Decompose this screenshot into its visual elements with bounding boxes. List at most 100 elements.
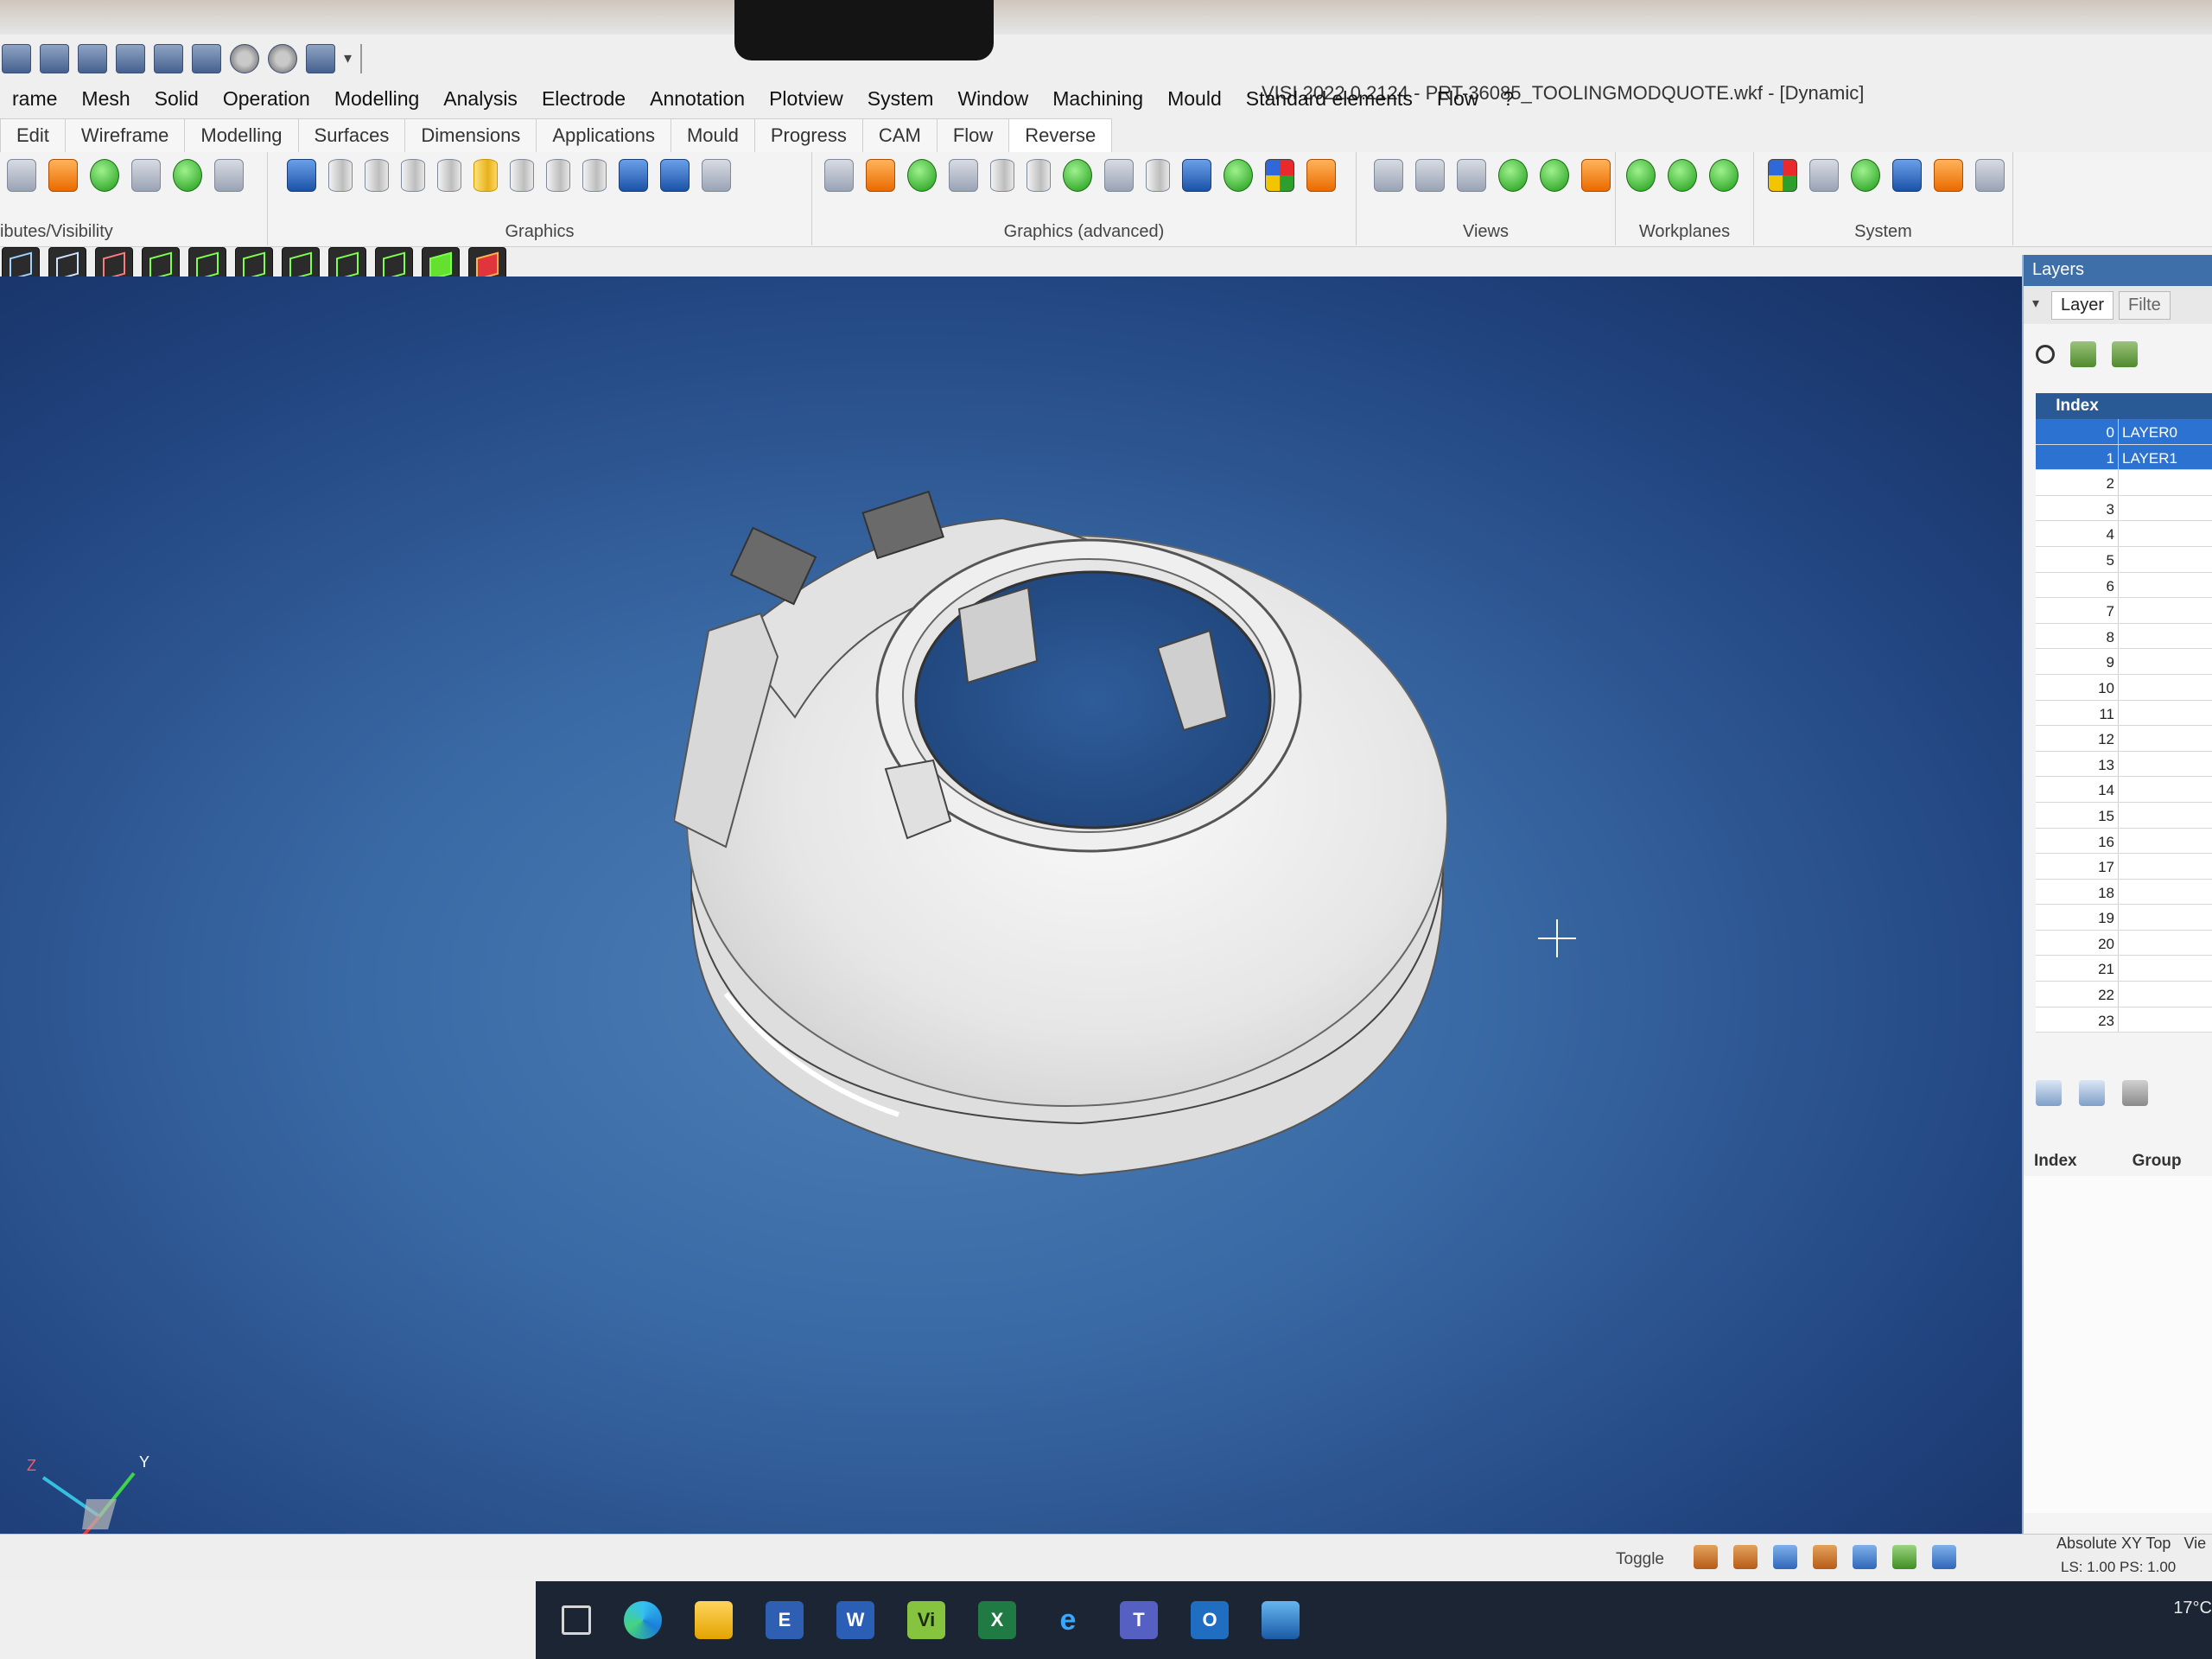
document-icon[interactable] — [1809, 159, 1839, 192]
box-status-icon[interactable] — [1853, 1545, 1877, 1569]
workplane-icon[interactable] — [1626, 159, 1656, 192]
material-icon[interactable] — [1027, 159, 1051, 192]
hidden-cylinder-icon[interactable] — [365, 159, 389, 192]
light-icon[interactable] — [1063, 159, 1092, 192]
menu-item-analysis[interactable]: Analysis — [431, 87, 530, 111]
attribute-status-icon[interactable] — [1813, 1545, 1837, 1569]
tab-reverse[interactable]: Reverse — [1008, 118, 1113, 152]
color-snap-icon[interactable] — [1733, 1545, 1758, 1569]
layer-row[interactable]: 6 — [2036, 572, 2212, 599]
copy-view-icon[interactable] — [660, 159, 690, 192]
zoom-icon[interactable] — [1374, 159, 1403, 192]
shaded-cylinder-icon[interactable] — [401, 159, 425, 192]
save-icon[interactable] — [40, 43, 69, 73]
layer-row[interactable]: 22 — [2036, 982, 2212, 1007]
layer-row[interactable]: 11 — [2036, 700, 2212, 727]
3d-viewport[interactable]: Y Z X — [0, 276, 2031, 1573]
menu-item-mesh[interactable]: Mesh — [69, 87, 142, 111]
layer-row[interactable]: 13 — [2036, 751, 2212, 778]
refresh-icon[interactable] — [1892, 1545, 1916, 1569]
pan-icon[interactable] — [1498, 159, 1528, 192]
magnet-icon[interactable] — [48, 159, 78, 192]
repeat-icon[interactable] — [306, 43, 335, 73]
menu-item-mould[interactable]: Mould — [1155, 87, 1234, 111]
layer-row[interactable]: 15 — [2036, 802, 2212, 829]
preview-icon[interactable] — [192, 43, 221, 73]
outline-cylinder-icon[interactable] — [582, 159, 607, 192]
menu-item-machining[interactable]: Machining — [1040, 87, 1155, 111]
column-header-group-index[interactable]: Index — [2024, 1145, 2088, 1176]
workplane-axes-icon[interactable] — [1709, 159, 1738, 192]
tab-edit[interactable]: Edit — [0, 118, 66, 152]
teams-icon[interactable]: T — [1120, 1601, 1158, 1639]
tab-flow[interactable]: Flow — [936, 118, 1010, 152]
menu-item-flow[interactable]: Flow — [1425, 87, 1491, 111]
layer-row[interactable]: 10 — [2036, 674, 2212, 701]
customize-dropdown-icon[interactable]: ▾ — [344, 49, 352, 67]
layer-row[interactable]: 14 — [2036, 777, 2212, 803]
layer-row[interactable]: 12 — [2036, 726, 2212, 752]
menu-item-help[interactable]: ? — [1491, 87, 1526, 111]
show-icon[interactable] — [173, 159, 202, 192]
menu-item-plotview[interactable]: Plotview — [757, 87, 855, 111]
view-save-icon[interactable] — [1581, 159, 1611, 192]
menu-item-modelling[interactable]: Modelling — [322, 87, 431, 111]
print-setup-icon[interactable] — [116, 43, 145, 73]
eraser-icon[interactable] — [1975, 159, 2005, 192]
excel-icon[interactable]: X — [978, 1601, 1016, 1639]
tab-progress[interactable]: Progress — [753, 118, 863, 152]
layer-show-icon[interactable] — [2070, 341, 2096, 367]
environment-icon[interactable] — [1306, 159, 1336, 192]
draft-analysis-icon[interactable] — [949, 159, 978, 192]
new-group-icon[interactable] — [2036, 1080, 2062, 1106]
shaded-edges-icon[interactable] — [437, 159, 461, 192]
delete-view-icon[interactable] — [702, 159, 731, 192]
chevron-down-icon[interactable]: ▾ — [2032, 295, 2039, 312]
layer-row[interactable]: 21 — [2036, 956, 2212, 982]
weather-temperature[interactable]: 17°C — [2173, 1599, 2212, 1618]
tab-mould[interactable]: Mould — [670, 118, 755, 152]
menu-item-electrode[interactable]: Electrode — [530, 87, 638, 111]
layer-row[interactable]: 4 — [2036, 521, 2212, 547]
toggle-button[interactable]: Toggle — [1616, 1550, 1664, 1569]
regenerate-icon[interactable] — [287, 159, 316, 192]
menu-item-standard-elements[interactable]: Standard elements — [1234, 87, 1425, 111]
layer-row[interactable]: 3 — [2036, 495, 2212, 522]
file-explorer-icon[interactable] — [695, 1601, 733, 1639]
menu-item-annotation[interactable]: Annotation — [638, 87, 757, 111]
layer-row[interactable]: 16 — [2036, 828, 2212, 855]
hide-icon[interactable] — [131, 159, 161, 192]
layer-row[interactable]: 19 — [2036, 905, 2212, 931]
layer-row[interactable]: 9 — [2036, 649, 2212, 675]
tab-dimensions[interactable]: Dimensions — [404, 118, 537, 152]
explode-icon[interactable] — [824, 159, 854, 192]
zoom-fit-icon[interactable] — [1457, 159, 1486, 192]
multi-view-icon[interactable] — [619, 159, 648, 192]
column-header-index[interactable]: Index — [2036, 393, 2119, 419]
clip-plane-icon[interactable] — [1104, 159, 1134, 192]
word-icon[interactable]: W — [836, 1601, 874, 1639]
tab-cam[interactable]: CAM — [861, 118, 938, 152]
internet-explorer-icon[interactable]: e — [1049, 1601, 1087, 1639]
layer-row[interactable]: 1 LAYER1 — [2036, 444, 2212, 471]
task-view-icon[interactable] — [562, 1605, 591, 1635]
menu-item-frame[interactable]: rame — [0, 87, 69, 111]
layer-row[interactable]: 23 — [2036, 1007, 2212, 1033]
grid-icon[interactable] — [1932, 1545, 1956, 1569]
menu-item-window[interactable]: Window — [945, 87, 1040, 111]
tab-surfaces[interactable]: Surfaces — [297, 118, 406, 152]
delete-group-icon[interactable] — [2122, 1080, 2148, 1106]
group-properties-icon[interactable] — [2079, 1080, 2105, 1106]
outlook-icon[interactable]: O — [1191, 1601, 1229, 1639]
part-model[interactable] — [674, 458, 1486, 1218]
transparent-icon[interactable] — [510, 159, 534, 192]
glass-icon[interactable] — [1146, 159, 1170, 192]
shaded-selected-icon[interactable] — [474, 159, 498, 192]
layer-row[interactable]: 5 — [2036, 546, 2212, 573]
texture-icon[interactable] — [990, 159, 1014, 192]
tab-wireframe[interactable]: Wireframe — [64, 118, 186, 152]
print-icon[interactable] — [154, 43, 183, 73]
layer-row[interactable]: 18 — [2036, 879, 2212, 906]
layer-row[interactable]: 8 — [2036, 623, 2212, 650]
view-orientation[interactable]: Absolute XY Top Vie — [2056, 1535, 2206, 1553]
